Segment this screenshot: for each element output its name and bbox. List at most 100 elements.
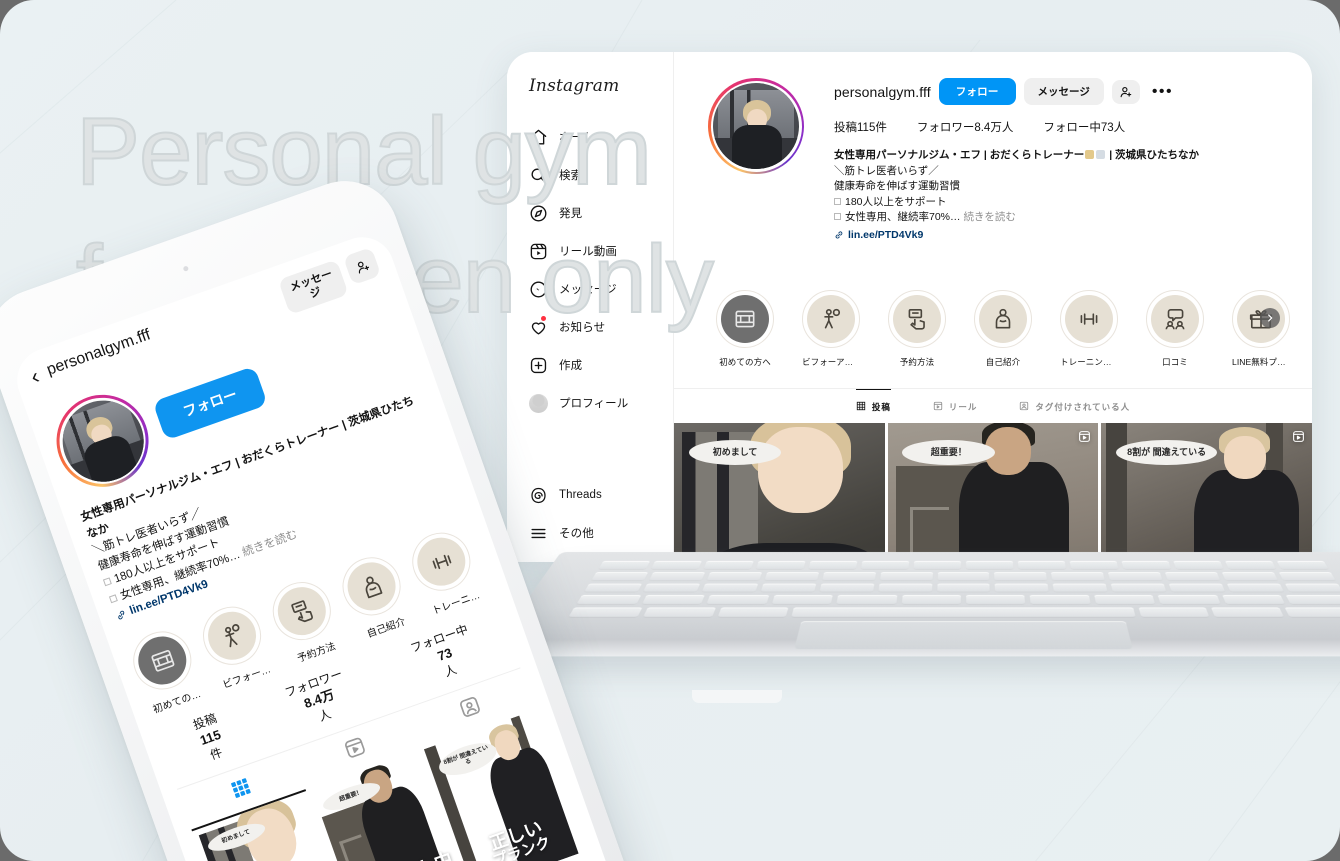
bio-link-text: lin.ee/PTD4Vk9 [848, 228, 924, 241]
checkbox-icon [108, 593, 118, 603]
messenger-icon [528, 279, 548, 299]
hamburger-icon [528, 523, 548, 543]
sidebar-item-more[interactable]: その他 [507, 514, 673, 552]
tagged-icon [1019, 401, 1029, 413]
body-scale-icon [807, 294, 855, 343]
profile-avatar-ring[interactable] [708, 78, 804, 174]
bio-line-2: 健康寿命を伸ばす運動習慣 [834, 180, 960, 193]
search-icon [528, 165, 548, 185]
tab-posts[interactable]: 投稿 [855, 388, 891, 423]
sidebar-label-create: 作成 [559, 360, 583, 372]
highlight-label: 自己紹介 [985, 356, 1021, 367]
sidebar-label-profile: プロフィール [559, 398, 629, 410]
phone-highlight-item-3[interactable]: 自己紹介 [334, 549, 416, 643]
more-options-icon[interactable]: ••• [1148, 83, 1177, 100]
page-title: personalgym.fff [834, 83, 931, 100]
chevron-left-icon[interactable]: ‹ [27, 363, 42, 389]
sidebar-item-explore[interactable]: 発見 [507, 194, 673, 232]
profile-bio: 女性専用パーソナルジム・エフ | おだくらトレーナー | 茨城県ひたちなか ＼筋… [834, 148, 1278, 246]
sidebar-item-home[interactable]: ホーム [507, 118, 673, 156]
tab-tagged[interactable]: タグ付けされている人 [1019, 389, 1130, 423]
follow-button[interactable]: フォロー [938, 78, 1016, 105]
bio-link[interactable]: lin.ee/PTD4Vk9 [834, 228, 923, 244]
chevron-right-icon[interactable] [1260, 307, 1280, 328]
laptop-mockup: Instagram ホーム 検索 発見 リール動画 メッセージ お知らせ 作成 … [486, 52, 1340, 703]
highlight-item-3[interactable]: 自己紹介 [974, 289, 1032, 368]
bio-display-name: 女性専用パーソナルジム・エフ | おだくらトレーナー [834, 149, 1085, 161]
sidebar-label-messages: メッセージ [559, 284, 617, 296]
threads-icon [528, 485, 548, 505]
sidebar-item-reels[interactable]: リール動画 [507, 232, 673, 270]
highlight-item-2[interactable]: 予約方法 [888, 289, 946, 368]
tab-reels[interactable]: リール [933, 389, 978, 423]
sidebar-label-home: ホーム [559, 132, 594, 144]
post-thumbnail[interactable]: 超重要！ ダイエット中 の睡眠 [887, 422, 1099, 562]
phone-highlight-item-4[interactable]: トレーニ… [404, 524, 485, 619]
phone-highlight-item-2[interactable]: 予約方法 [264, 574, 346, 668]
phone-stat-followers[interactable]: フォロワー 8.4万 人 [283, 666, 356, 733]
post-grid: 初めまして 自己紹介 します [674, 422, 1312, 562]
profile-actions-row: personalgym.fff フォロー メッセージ ••• [834, 78, 1278, 105]
notification-badge-dot [541, 316, 546, 321]
bio-read-more[interactable]: 続きを読む [963, 211, 1016, 223]
dumbbell-icon [1065, 294, 1113, 343]
checkbox-icon [834, 213, 841, 221]
phone-follow-button[interactable]: フォロー [152, 365, 268, 441]
profile-stats: 投稿115件 フォロワー8.4万人 フォロー中73人 [834, 119, 1278, 135]
tap-booking-icon [271, 580, 333, 642]
sidebar: Instagram ホーム 検索 発見 リール動画 メッセージ お知らせ 作成 … [507, 52, 674, 562]
highlight-label: 口コミ [1162, 356, 1188, 367]
highlight-item-1[interactable]: ビフォーアフ… [802, 289, 860, 368]
gym-machine-icon [131, 629, 193, 692]
phone-message-button[interactable]: メッセージ [277, 259, 349, 316]
sidebar-label-reels: リール動画 [559, 246, 617, 258]
sidebar-item-create[interactable]: 作成 [507, 346, 673, 384]
phone-stat-posts[interactable]: 投稿 115 件 [191, 710, 230, 765]
reels-icon [933, 401, 943, 413]
message-button[interactable]: メッセージ [1023, 78, 1104, 105]
person-add-icon[interactable] [1111, 79, 1140, 104]
sidebar-item-search[interactable]: 検索 [507, 156, 673, 194]
body-scale-icon [201, 605, 263, 667]
plus-square-icon [528, 355, 548, 375]
phone-highlight-item-1[interactable]: ビフォー… [195, 598, 276, 693]
profile-tabs: 投稿 リール タグ付けされている人 [674, 388, 1312, 423]
sidebar-item-messages[interactable]: メッセージ [507, 270, 673, 308]
highlight-item-6[interactable]: LINE無料プレ… [1232, 289, 1290, 368]
phone-highlight-item-0[interactable]: 初めての… [125, 623, 206, 718]
grid-icon [228, 775, 256, 805]
person-add-icon[interactable] [342, 247, 382, 286]
instagram-logo[interactable]: Instagram [507, 68, 673, 118]
profile-details: personalgym.fff フォロー メッセージ ••• 投稿115件 フォ… [834, 76, 1278, 246]
avatar-icon [528, 393, 548, 413]
sidebar-item-threads[interactable]: Threads [507, 476, 673, 514]
sidebar-label-search: 検索 [559, 170, 583, 182]
compass-icon [528, 203, 548, 223]
highlight-label: LINE無料プレ… [1232, 356, 1290, 367]
highlight-label: 予約方法 [899, 356, 935, 367]
bio-location: | 茨城県ひたちなか [1109, 149, 1200, 161]
reels-icon [342, 734, 370, 764]
sidebar-label-more: その他 [559, 528, 594, 540]
stat-posts[interactable]: 投稿115件 [834, 119, 887, 135]
highlight-item-4[interactable]: トレーニング… [1060, 289, 1118, 368]
stat-followers[interactable]: フォロワー8.4万人 [917, 119, 1014, 135]
sidebar-item-notifications[interactable]: お知らせ [507, 308, 673, 346]
stat-following[interactable]: フォロー中73人 [1043, 119, 1125, 135]
grid-icon [856, 401, 866, 413]
phone-avatar-ring[interactable] [43, 382, 162, 500]
post-thumbnail[interactable]: 初めまして 自己紹介 します [674, 422, 885, 562]
tab-reels-label: リール [948, 401, 978, 412]
tagged-icon [456, 694, 484, 724]
highlight-item-0[interactable]: 初めての方へ [716, 289, 774, 368]
checkbox-icon [834, 197, 841, 205]
gym-machine-icon [721, 294, 769, 343]
laptop-front-foot [692, 690, 782, 703]
laptop-trackpad [793, 621, 1134, 650]
highlight-item-5[interactable]: 口コミ [1146, 289, 1204, 368]
sparkle-emoji-icon [1096, 150, 1106, 159]
phone-stat-following[interactable]: フォロー中 73 人 [408, 621, 481, 688]
sidebar-item-profile[interactable]: プロフィール [507, 384, 673, 422]
post-thumbnail[interactable]: 8割が 間違えている 正しい プランク [1101, 422, 1312, 562]
laptop-keyboard [568, 560, 1340, 617]
